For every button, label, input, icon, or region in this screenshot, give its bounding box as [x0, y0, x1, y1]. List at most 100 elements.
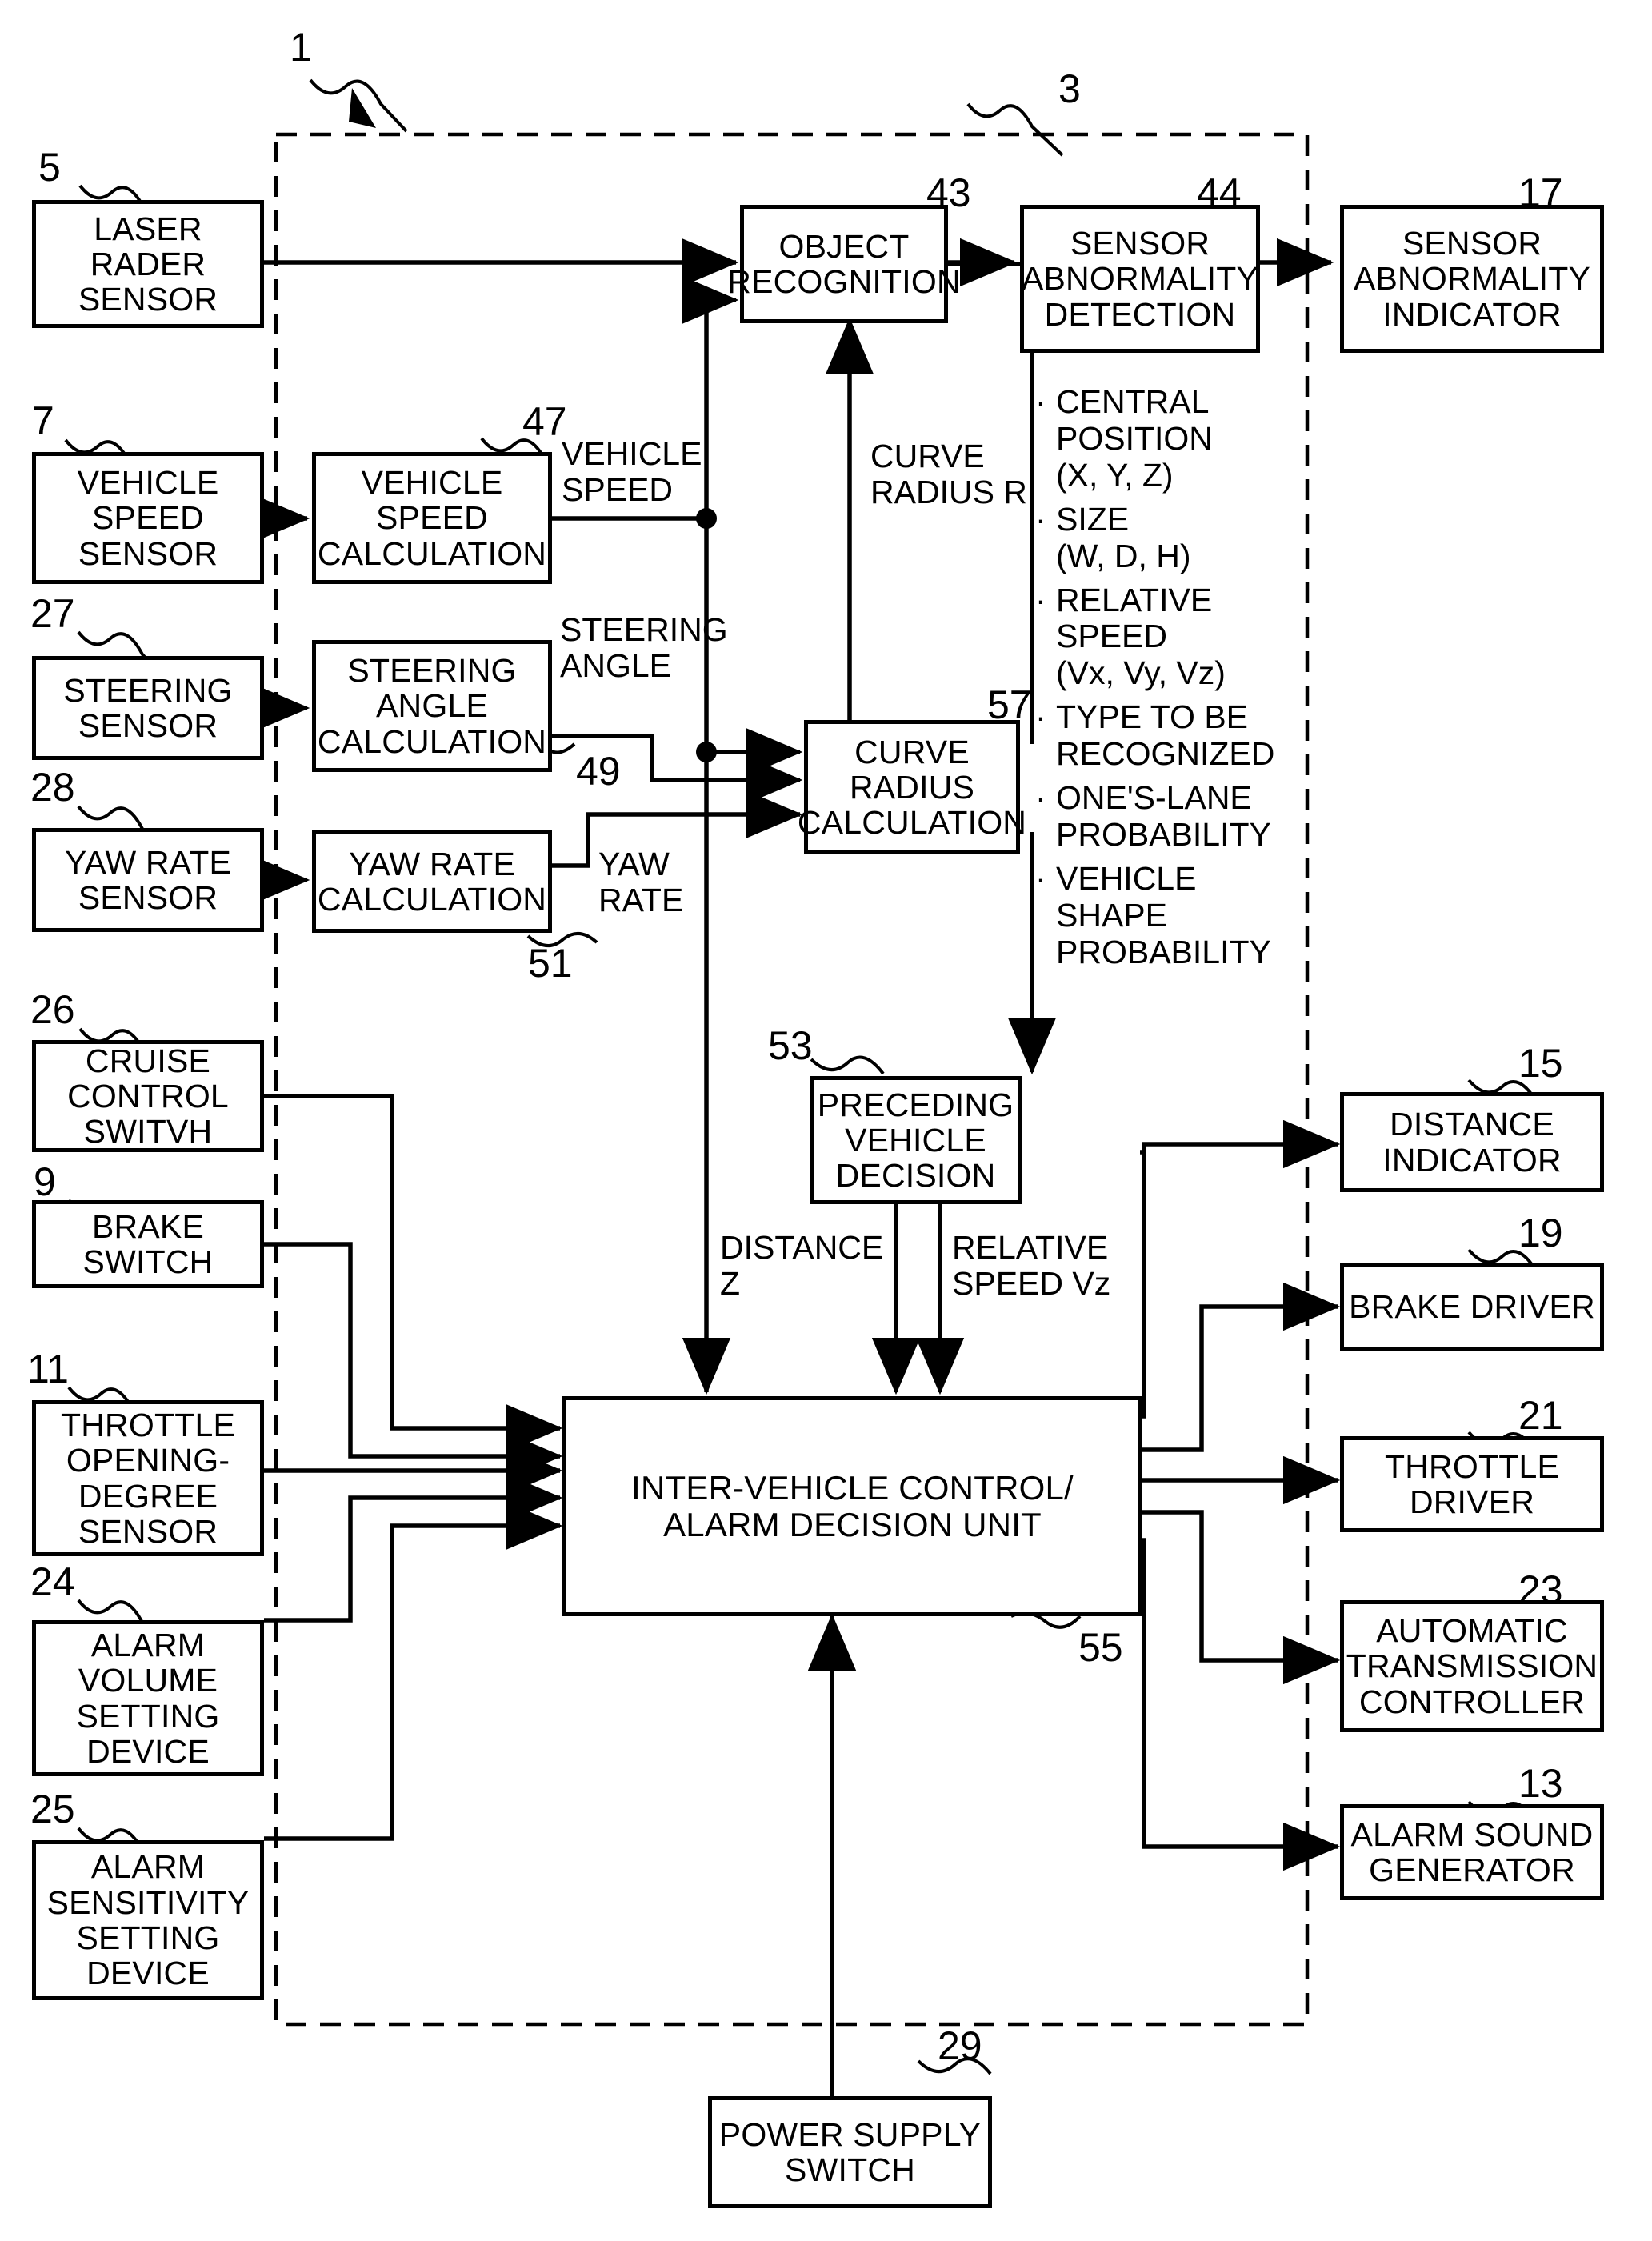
- leader-53: [810, 1055, 885, 1075]
- block-alarm-sound-generator[interactable]: ALARM SOUND GENERATOR: [1340, 1804, 1604, 1900]
- block-label: BRAKE DRIVER: [1349, 1287, 1595, 1325]
- ref-number-3: 3: [1058, 66, 1081, 111]
- block-alarm-volume-setting-device[interactable]: ALARM VOLUME SETTING DEVICE: [32, 1620, 264, 1776]
- ref-number-28: 28: [30, 765, 75, 810]
- block-label: STEERING ANGLE CALCULATION: [317, 652, 547, 760]
- patent-figure-canvas: LASER RADER SENSOR VEHICLE SPEED SENSOR …: [0, 0, 1652, 2241]
- ref-number-51: 51: [528, 941, 573, 986]
- ref-number-55: 55: [1078, 1625, 1123, 1670]
- block-label: THROTTLE OPENING- DEGREE SENSOR: [61, 1406, 235, 1550]
- block-label: SENSOR ABNORMALITY INDICATOR: [1353, 225, 1591, 333]
- block-cruise-control-switch[interactable]: CRUISE CONTROL SWITVH: [32, 1040, 264, 1152]
- leader-1-arrowhead: [349, 88, 376, 128]
- block-steering-angle-calculation[interactable]: STEERING ANGLE CALCULATION: [312, 640, 552, 772]
- block-brake-driver[interactable]: BRAKE DRIVER: [1340, 1263, 1604, 1351]
- block-alarm-sensitivity-setting-device[interactable]: ALARM SENSITIVITY SETTING DEVICE: [32, 1840, 264, 2000]
- block-label: YAW RATE CALCULATION: [317, 845, 547, 918]
- list-item: · TYPE TO BE RECOGNIZED: [1035, 698, 1299, 773]
- block-steering-sensor[interactable]: STEERING SENSOR: [32, 656, 264, 760]
- block-object-recognition[interactable]: OBJECT RECOGNITION: [727, 205, 961, 323]
- ref-number-53: 53: [768, 1023, 813, 1068]
- list-item: · RELATIVE SPEED (Vx, Vy, Vz): [1035, 582, 1299, 693]
- block-label: CRUISE CONTROL SWITVH: [67, 1042, 229, 1151]
- leader-3: [966, 102, 1064, 157]
- recognition-output-list: · CENTRAL POSITION (X, Y, Z) · SIZE (W, D,…: [1035, 383, 1299, 978]
- ref-number-26: 26: [30, 987, 75, 1032]
- bullet-dot: ·: [1035, 698, 1046, 736]
- signal-label-relative-speed-vz: RELATIVE SPEED Vz: [952, 1229, 1111, 1303]
- junction-dot-vehicle-speed: [696, 508, 717, 529]
- block-power-supply-switch[interactable]: POWER SUPPLY SWITCH: [708, 2096, 992, 2208]
- ref-number-11: 11: [27, 1347, 69, 1391]
- block-label: STEERING SENSOR: [63, 671, 233, 744]
- signal-label-curve-radius-r: CURVE RADIUS R: [870, 438, 1027, 511]
- list-item-label: TYPE TO BE RECOGNIZED: [1056, 698, 1275, 773]
- ref-number-29: 29: [938, 2023, 982, 2068]
- block-inter-vehicle-control-alarm-decision-unit[interactable]: INTER-VEHICLE CONTROL/ ALARM DECISION UN…: [562, 1396, 1142, 1616]
- block-label: VEHICLE SPEED CALCULATION: [317, 464, 547, 572]
- block-throttle-driver[interactable]: THROTTLE DRIVER: [1340, 1436, 1604, 1532]
- ref-number-25: 25: [30, 1787, 75, 1831]
- block-label: CURVE RADIUS CALCULATION: [797, 733, 1027, 842]
- block-sensor-abnormality-detection[interactable]: SENSOR ABNORMALITY DETECTION: [1020, 205, 1260, 353]
- ref-number-23: 23: [1518, 1567, 1563, 1612]
- block-distance-indicator[interactable]: DISTANCE INDICATOR: [1340, 1092, 1604, 1192]
- block-vehicle-speed-sensor[interactable]: VEHICLE SPEED SENSOR: [32, 452, 264, 584]
- ref-number-57: 57: [987, 682, 1032, 727]
- block-label: VEHICLE SPEED SENSOR: [77, 464, 219, 572]
- block-preceding-vehicle-decision[interactable]: PRECEDING VEHICLE DECISION: [810, 1076, 1022, 1204]
- block-laser-radar-sensor[interactable]: LASER RADER SENSOR: [32, 200, 264, 328]
- list-item-label: CENTRAL POSITION (X, Y, Z): [1056, 383, 1213, 494]
- block-label: BRAKE SWITCH: [82, 1207, 214, 1280]
- bullet-dot: ·: [1035, 500, 1046, 538]
- list-item: · CENTRAL POSITION (X, Y, Z): [1035, 383, 1299, 494]
- junction-dot-curve-radius: [696, 742, 717, 762]
- ref-number-9: 9: [34, 1159, 56, 1204]
- ref-number-49: 49: [576, 749, 621, 794]
- signal-label-yaw-rate: YAW RATE: [598, 846, 684, 919]
- block-yaw-rate-calculation[interactable]: YAW RATE CALCULATION: [312, 830, 552, 933]
- ref-number-15: 15: [1518, 1041, 1563, 1086]
- ref-number-24: 24: [30, 1559, 75, 1604]
- block-label: POWER SUPPLY SWITCH: [718, 2115, 982, 2188]
- list-item: · VEHICLE SHAPE PROBABILITY: [1035, 859, 1299, 971]
- signal-label-distance-z: DISTANCE Z: [720, 1229, 884, 1303]
- ref-number-43: 43: [926, 170, 971, 215]
- block-label: THROTTLE DRIVER: [1385, 1447, 1559, 1520]
- block-label: DISTANCE INDICATOR: [1382, 1106, 1562, 1179]
- block-brake-switch[interactable]: BRAKE SWITCH: [32, 1200, 264, 1288]
- signal-label-vehicle-speed: VEHICLE SPEED: [562, 435, 702, 509]
- list-item: · ONE'S-LANE PROBABILITY: [1035, 779, 1299, 854]
- block-label: PRECEDING VEHICLE DECISION: [817, 1086, 1014, 1195]
- ref-number-47: 47: [522, 399, 567, 444]
- block-label: AUTOMATIC TRANSMISSION CONTROLLER: [1346, 1612, 1598, 1720]
- ref-number-17: 17: [1518, 170, 1563, 215]
- block-yaw-rate-sensor[interactable]: YAW RATE SENSOR: [32, 828, 264, 932]
- block-curve-radius-calculation[interactable]: CURVE RADIUS CALCULATION: [798, 720, 1026, 854]
- list-item-label: SIZE (W, D, H): [1056, 500, 1191, 574]
- list-item-label: ONE'S-LANE PROBABILITY: [1056, 779, 1271, 853]
- block-automatic-transmission-controller[interactable]: AUTOMATIC TRANSMISSION CONTROLLER: [1340, 1600, 1604, 1732]
- block-throttle-opening-degree-sensor[interactable]: THROTTLE OPENING- DEGREE SENSOR: [32, 1400, 264, 1556]
- bullet-dot: ·: [1035, 859, 1046, 897]
- bullet-dot: ·: [1035, 779, 1046, 817]
- ref-number-27: 27: [30, 591, 75, 636]
- ref-number-44: 44: [1197, 170, 1242, 215]
- block-label: ALARM SENSITIVITY SETTING DEVICE: [46, 1848, 250, 1992]
- block-label: INTER-VEHICLE CONTROL/ ALARM DECISION UN…: [631, 1469, 1074, 1543]
- signal-label-steering-angle: STEERING ANGLE: [560, 611, 728, 685]
- ref-number-19: 19: [1518, 1211, 1563, 1255]
- block-label: YAW RATE SENSOR: [64, 843, 232, 916]
- block-label: OBJECT RECOGNITION: [727, 227, 961, 300]
- block-label: LASER RADER SENSOR: [78, 210, 218, 318]
- list-item-label: RELATIVE SPEED (Vx, Vy, Vz): [1056, 581, 1226, 692]
- block-vehicle-speed-calculation[interactable]: VEHICLE SPEED CALCULATION: [312, 452, 552, 584]
- ref-number-21: 21: [1518, 1393, 1563, 1438]
- block-sensor-abnormality-indicator[interactable]: SENSOR ABNORMALITY INDICATOR: [1340, 205, 1604, 353]
- ref-number-5: 5: [38, 145, 61, 190]
- ref-number-7: 7: [32, 398, 54, 443]
- bullet-dot: ·: [1035, 383, 1046, 420]
- ref-number-13: 13: [1518, 1761, 1563, 1806]
- list-item-label: VEHICLE SHAPE PROBABILITY: [1056, 859, 1271, 970]
- block-label: ALARM VOLUME SETTING DEVICE: [76, 1626, 220, 1770]
